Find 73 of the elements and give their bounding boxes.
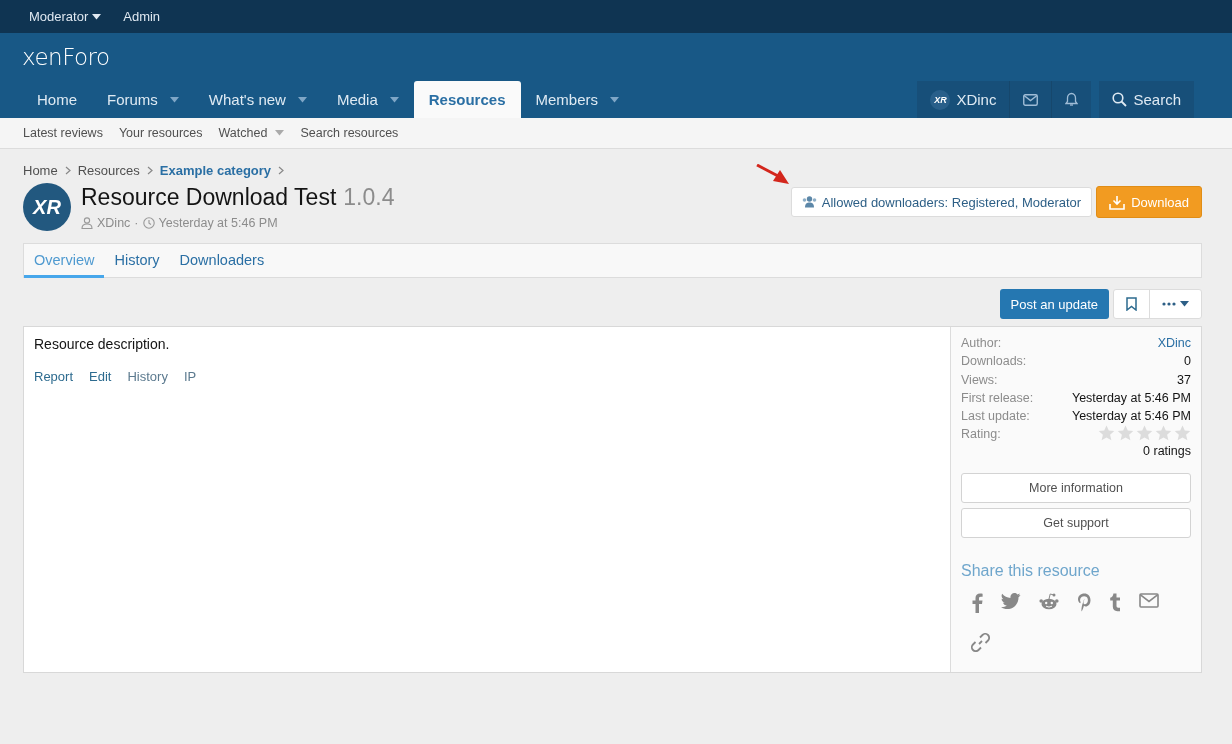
resource-title: Resource Download Test xyxy=(81,183,337,211)
star-icon xyxy=(1098,425,1115,442)
resource-version: 1.0.4 xyxy=(343,183,395,211)
nav-tab[interactable]: Home xyxy=(22,81,92,118)
sub-nav-link[interactable]: Latest reviews xyxy=(15,126,111,140)
star-icon xyxy=(1136,425,1153,442)
star-icon xyxy=(1117,425,1134,442)
download-icon xyxy=(1109,194,1126,210)
breadcrumb-link[interactable]: Example category xyxy=(159,162,272,178)
search-button[interactable]: Search xyxy=(1099,81,1194,118)
resource-avatar: XR xyxy=(23,183,71,231)
resource-description: Resource description. xyxy=(34,336,171,352)
action-link[interactable]: History xyxy=(127,369,168,384)
info-label: Last update: xyxy=(961,408,1030,426)
nav-tab[interactable]: Resources xyxy=(413,81,521,118)
info-label: Downloads: xyxy=(961,353,1027,371)
users-icon xyxy=(801,196,817,208)
nav-tab[interactable]: Members xyxy=(520,81,634,118)
staff-link[interactable]: Moderator xyxy=(18,9,113,24)
ratings-count: 0 ratings xyxy=(1142,443,1191,458)
pointer-arrow-icon xyxy=(755,164,790,186)
author-link[interactable]: XDinc xyxy=(1157,334,1191,353)
bell-icon xyxy=(1065,92,1079,107)
link-icon[interactable] xyxy=(971,632,990,652)
pinterest-icon[interactable] xyxy=(1077,592,1091,612)
bookmark-icon xyxy=(1126,297,1137,311)
sub-nav-link[interactable]: Search resources xyxy=(292,126,407,140)
sidebar-button[interactable]: More information xyxy=(961,472,1191,503)
ellipsis-icon xyxy=(1162,302,1176,306)
user-avatar: XR xyxy=(930,89,951,110)
tumblr-icon[interactable] xyxy=(1109,592,1121,612)
star-icon xyxy=(1155,425,1172,442)
meta-separator: · xyxy=(134,216,139,230)
sidebar-button[interactable]: Get support xyxy=(961,507,1191,538)
facebook-icon[interactable] xyxy=(971,592,983,613)
content-tab[interactable]: History xyxy=(104,244,170,278)
caret-icon xyxy=(1180,301,1189,307)
chevron-icon xyxy=(278,165,285,175)
user-icon xyxy=(81,217,93,229)
chevron-icon xyxy=(146,165,153,175)
action-link[interactable]: Report xyxy=(34,369,74,384)
envelope-icon xyxy=(1023,93,1039,106)
info-value: Yesterday at 5:46 PM xyxy=(1071,389,1191,407)
staff-link[interactable]: Admin xyxy=(112,9,172,24)
reddit-icon[interactable] xyxy=(1039,592,1059,610)
sub-nav-link[interactable]: Your resources xyxy=(110,126,211,140)
post-update-button[interactable]: Post an update xyxy=(999,289,1109,319)
breadcrumb-link[interactable]: Home xyxy=(23,162,58,178)
nav-tab[interactable]: What's new xyxy=(193,81,322,118)
action-link[interactable]: Edit xyxy=(89,369,112,384)
star-icon xyxy=(1174,425,1191,442)
info-label: Rating: xyxy=(961,426,1001,444)
breadcrumb-link[interactable]: Resources xyxy=(77,162,140,178)
post-date: Yesterday at 5:46 PM xyxy=(158,216,278,230)
info-label: Author: xyxy=(961,335,1002,352)
search-icon xyxy=(1112,92,1128,107)
action-link[interactable]: IP xyxy=(183,369,197,384)
nav-tab[interactable]: Media xyxy=(321,81,414,118)
share-heading: Share this resource xyxy=(961,561,1101,580)
content-tab[interactable]: Downloaders xyxy=(169,244,275,278)
info-value: 37 xyxy=(1177,371,1191,389)
twitter-icon[interactable] xyxy=(1001,592,1021,610)
allowed-downloaders-notice: Allowed downloaders: Registered, Moderator xyxy=(790,187,1093,217)
chevron-icon xyxy=(64,165,71,175)
info-label: Views: xyxy=(961,371,998,389)
site-logo[interactable]: xenForo xyxy=(22,44,110,70)
envelope-icon[interactable] xyxy=(1139,592,1159,608)
info-label: First release: xyxy=(961,389,1034,407)
clock-icon xyxy=(142,217,155,229)
nav-tab[interactable]: Forums xyxy=(92,81,194,118)
info-value: Yesterday at 5:46 PM xyxy=(1071,408,1191,426)
sub-nav-link[interactable]: Watched xyxy=(210,126,293,140)
info-value: 0 xyxy=(1184,353,1191,371)
